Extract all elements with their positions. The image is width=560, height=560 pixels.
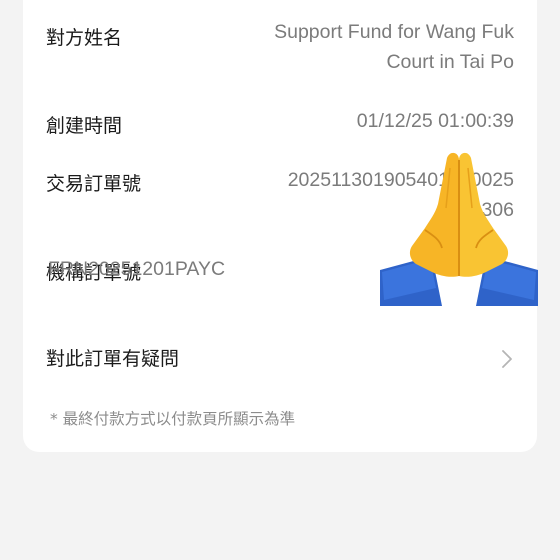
created-time-value: 01/12/25 01:00:39 <box>356 110 514 132</box>
institution-number-line1: FRN20251201PAYC <box>48 258 226 280</box>
payment-method-footnote: * 最終付款方式以付款頁所顯示為準 <box>50 410 296 428</box>
recipient-value-line1: Support Fund for Wang Fuk <box>274 21 514 43</box>
order-question-label: 對此訂單有疑問 <box>46 348 180 370</box>
recipient-value-line2: Court in Tai Po <box>386 51 514 73</box>
recipient-label: 對方姓名 <box>46 27 123 49</box>
recipient-value: Support Fund for Wang Fuk Court in Tai P… <box>184 17 514 77</box>
chevron-right-icon <box>502 350 512 368</box>
transaction-number-label: 交易訂單號 <box>46 173 142 195</box>
order-question-row[interactable]: 對此訂單有疑問 <box>23 320 537 370</box>
created-time-label: 創建時間 <box>46 115 123 137</box>
folded-hands-emoji <box>380 152 538 306</box>
